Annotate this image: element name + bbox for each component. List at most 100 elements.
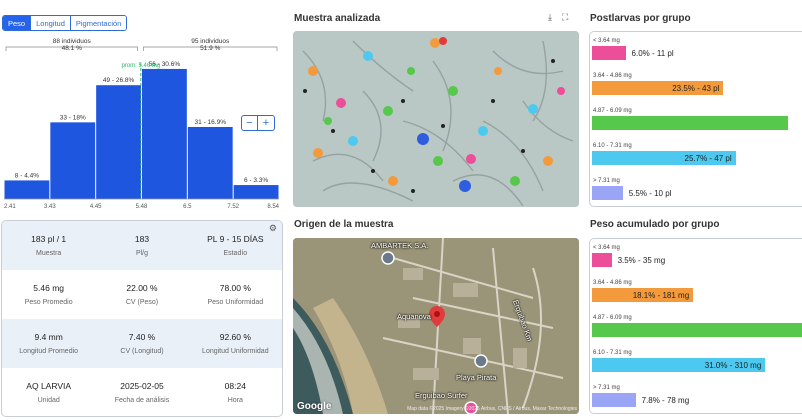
- group-bar[interactable]: [592, 393, 636, 407]
- group-range-label: 6.10 - 7.31 mg: [593, 143, 632, 149]
- map-imagery: [293, 238, 579, 414]
- stat-value: 5.46 mg: [33, 283, 65, 293]
- histogram-bar[interactable]: [50, 122, 96, 199]
- bar-value-label: 31 - 16.9%: [195, 119, 227, 126]
- sample-title: Muestra analizada: [294, 13, 381, 24]
- bar-value-label: 8 - 4.4%: [15, 172, 39, 179]
- stat-value: 08:24: [224, 381, 246, 391]
- stat-value: 22.00 %: [126, 283, 158, 293]
- group-range-label: 3.64 - 4.86 mg: [593, 280, 632, 286]
- stat-label: Peso Promedio: [24, 299, 73, 306]
- sample-image[interactable]: [293, 31, 579, 207]
- stat-label: Fecha de análisis: [114, 397, 170, 404]
- histogram-bar[interactable]: [233, 185, 279, 199]
- stat-value: AQ LARVIA: [26, 381, 72, 391]
- x-tick-label: 6.5: [183, 204, 192, 210]
- stat-cell: AQ LARVIA Unidad: [2, 368, 95, 416]
- stat-label: Pl/g: [135, 250, 149, 257]
- histogram-bar[interactable]: [96, 85, 141, 199]
- group-percent: 51.9 %: [200, 45, 220, 52]
- group-count: 95 individuos: [191, 38, 230, 45]
- fullscreen-icon[interactable]: ⛶: [562, 12, 568, 23]
- group-bar-value: 31.0% - 310 mg: [704, 361, 762, 370]
- group-range-label: < 3.64 mg: [593, 38, 620, 44]
- origin-map[interactable]: AMBARTEK S.A. Aquanova Playa Pirata Ergu…: [293, 238, 579, 414]
- tab-longitud[interactable]: Longitud: [31, 16, 71, 30]
- group-bar[interactable]: [592, 116, 788, 130]
- group-bar-row: > 7.31 mg 7.8% - 78 mg: [590, 385, 802, 413]
- tab-pigmentacion[interactable]: Pigmentación: [70, 16, 127, 30]
- group-bar-row: < 3.64 mg 3.5% - 35 mg: [590, 245, 802, 285]
- histogram-bar[interactable]: [142, 68, 187, 199]
- group-bar[interactable]: [592, 46, 626, 60]
- mean-label: prom: 5.46 mg: [121, 63, 160, 69]
- tab-peso[interactable]: Peso: [3, 16, 32, 30]
- stats-row: 183 pl / 1 Muestra 183 Pl/g PL 9 - 15 DÍAS Es…: [2, 221, 282, 270]
- origin-title: Origen de la muestra: [294, 219, 394, 230]
- group-bar[interactable]: [592, 253, 612, 267]
- group-bar-value: 7.8% - 78 mg: [641, 396, 690, 405]
- stat-cell: 08:24 Hora: [189, 368, 282, 416]
- stat-label: Muestra: [36, 250, 62, 257]
- bar-value-label: 33 - 18%: [60, 114, 86, 121]
- stat-value: 92.60 %: [219, 332, 251, 342]
- group-range-label: 3.64 - 4.86 mg: [593, 73, 632, 79]
- group-count: 88 individuos: [53, 38, 92, 45]
- zoom-in-button[interactable]: +: [258, 115, 275, 131]
- stat-label: CV (Peso): [125, 299, 159, 306]
- group-bar-value: 5.5% - 10 pl: [628, 189, 672, 198]
- stats-card: ⚙ 183 pl / 1 Muestra 183 Pl/g PL 9 - 15 DÍAS…: [1, 220, 283, 417]
- group-bar-row: 3.64 - 4.86 mg 18.1% - 181 mg: [590, 280, 802, 320]
- zoom-controls: − +: [241, 115, 275, 131]
- stat-label: Longitud Promedio: [19, 348, 79, 355]
- group-bar-row: 6.10 - 7.31 mg 25.7% - 47 pl: [590, 143, 802, 183]
- stats-row: 5.46 mg Peso Promedio 22.00 % CV (Peso) 78.0…: [2, 270, 282, 319]
- x-tick-label: 7.52: [227, 204, 239, 210]
- zoom-out-button[interactable]: −: [241, 115, 258, 131]
- stat-label: Unidad: [37, 397, 60, 404]
- stat-cell: 183 Pl/g: [95, 221, 188, 270]
- group-range-label: > 7.31 mg: [593, 178, 620, 184]
- group-percent: 48.1 %: [62, 45, 82, 52]
- download-icon[interactable]: ⤓: [548, 12, 552, 23]
- group-range-label: > 7.31 mg: [593, 385, 620, 391]
- x-tick-label: 2.41: [4, 204, 16, 210]
- group-bar-value: 23.5% - 43 pl: [672, 84, 720, 93]
- metric-tabs: Peso Longitud Pigmentación: [2, 15, 128, 31]
- stat-value: 183 pl / 1: [31, 234, 67, 244]
- postlarvas-title: Postlarvas por grupo: [590, 13, 691, 24]
- stat-cell: 183 pl / 1 Muestra: [2, 221, 95, 270]
- group-bar-row: 6.10 - 7.31 mg 31.0% - 310 mg: [590, 350, 802, 390]
- group-bar-value: 3.5% - 35 mg: [617, 256, 666, 265]
- stat-cell: 7.40 % CV (Longitud): [95, 319, 188, 368]
- stat-cell: 5.46 mg Peso Promedio: [2, 270, 95, 319]
- settings-icon[interactable]: ⚙: [269, 223, 277, 234]
- stat-value: 78.00 %: [219, 283, 251, 293]
- group-range-label: 6.10 - 7.31 mg: [593, 350, 632, 356]
- stat-value: 9.4 mm: [34, 332, 63, 342]
- group-bar-row: 4.87 - 6.09 mg: [590, 108, 802, 148]
- group-bar-value: 25.7% - 47 pl: [684, 154, 732, 163]
- x-tick-label: 8.54: [267, 204, 279, 210]
- group-bar-value: 18.1% - 181 mg: [632, 291, 690, 300]
- stat-label: Longitud Uniformidad: [202, 348, 269, 355]
- stat-cell: 2025-02-05 Fecha de análisis: [95, 368, 188, 416]
- map-attribution: Map data ©2025 Imagery ©2025 Airbus, CNE…: [407, 406, 577, 412]
- stats-row: AQ LARVIA Unidad 2025-02-05 Fecha de anális…: [2, 368, 282, 416]
- stat-label: Peso Uniformidad: [207, 299, 264, 306]
- map-label-playa: Playa Pirata: [456, 373, 497, 382]
- stat-value: 2025-02-05: [120, 381, 164, 391]
- group-range-label: 4.87 - 6.09 mg: [593, 108, 632, 114]
- weight-histogram: 88 individuos 48.1 % 95 individuos 51.9 % 8 …: [0, 33, 284, 213]
- stat-value: 183: [134, 234, 150, 244]
- google-logo: Google: [297, 401, 332, 412]
- group-bar-row: < 3.64 mg 6.0% - 11 pl: [590, 38, 802, 78]
- histogram-bar[interactable]: [4, 180, 50, 199]
- x-tick-label: 5.48: [136, 204, 148, 210]
- group-bar[interactable]: [592, 186, 623, 200]
- histogram-bar[interactable]: [187, 127, 233, 199]
- stat-label: CV (Longitud): [120, 348, 164, 355]
- group-bar[interactable]: [592, 323, 802, 337]
- stat-value: PL 9 - 15 DÍAS: [207, 234, 264, 244]
- stat-label: Hora: [227, 397, 243, 404]
